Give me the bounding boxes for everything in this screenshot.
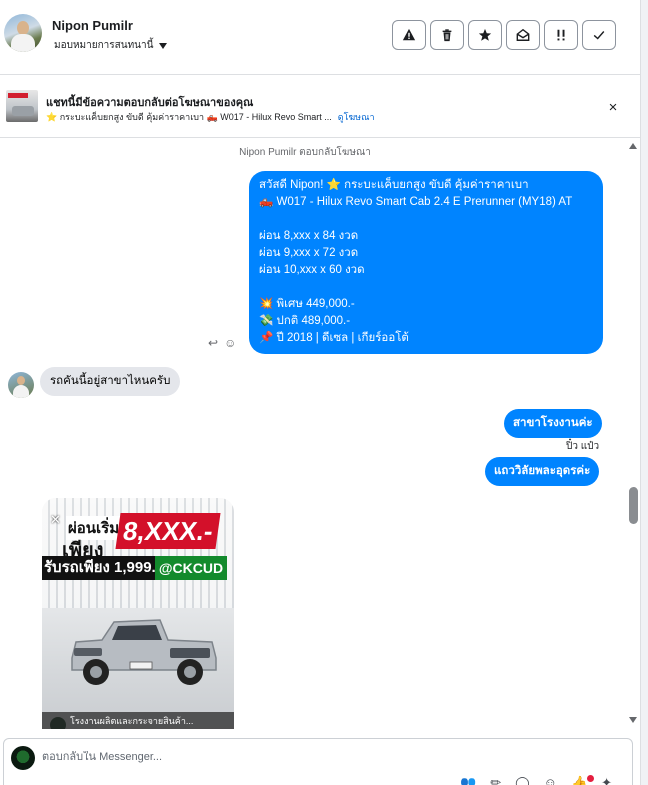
alert-triangle-icon bbox=[402, 28, 416, 41]
close-icon[interactable]: ✕ bbox=[50, 512, 61, 528]
close-icon[interactable]: × bbox=[603, 97, 623, 117]
message-line: สวัสดี Nipon! ⭐ กระบะแค็บยกสูง ขับดี คุ้… bbox=[259, 179, 529, 191]
ad-banner-description: ⭐ กระบะแค็บยกสูง ขับดี คุ้มค่าราคาเบา 🛻 … bbox=[46, 112, 332, 122]
check-icon bbox=[593, 31, 605, 40]
star-button[interactable] bbox=[468, 20, 502, 50]
ad-banner-subtitle: ⭐ กระบะแค็บยกสูง ขับดี คุ้มค่าราคาเบา 🛻 … bbox=[46, 110, 375, 124]
system-note: Nipon Pumilr ตอบกลับโฆษณา bbox=[239, 147, 371, 158]
avatar-face bbox=[17, 21, 29, 35]
message-line: 🛻 W017 - Hilux Revo Smart Cab 2.4 E Prer… bbox=[259, 196, 573, 208]
view-ad-link[interactable]: ดูโฆษณา bbox=[338, 112, 375, 122]
scroll-up-icon[interactable] bbox=[629, 143, 637, 149]
message-line: 💸 ปกติ 489,000.- bbox=[259, 315, 351, 327]
user-name[interactable]: Nipon Pumilr bbox=[52, 18, 133, 33]
edit-icon[interactable]: ✏ bbox=[490, 775, 501, 785]
chevron-down-icon bbox=[159, 42, 168, 49]
user-avatar[interactable] bbox=[4, 14, 42, 52]
message-line: 💥 พิเศษ 449,000.- bbox=[259, 298, 355, 310]
thumbnail-price-tag bbox=[8, 93, 28, 98]
page-avatar bbox=[11, 746, 35, 770]
pickup-truck-image bbox=[71, 619, 217, 685]
outgoing-message[interactable]: สาขาโรงงานค่ะ bbox=[504, 409, 602, 438]
outgoing-message[interactable]: แถววิลัยพละอุดรค่ะ bbox=[485, 457, 600, 486]
mark-done-button[interactable] bbox=[582, 20, 616, 50]
mark-unread-icon bbox=[516, 28, 530, 41]
trash-icon bbox=[442, 29, 452, 42]
follow-up-icon bbox=[557, 29, 565, 41]
incoming-message[interactable]: รถคันนี้อยู่สาขาไหนครับ bbox=[40, 367, 181, 396]
outgoing-ad-message[interactable]: สวัสดี Nipon! ⭐ กระบะแค็บยกสูง ขับดี คุ้… bbox=[249, 171, 603, 354]
sender-tag: ปิ๋ว แป๋ว bbox=[566, 441, 600, 452]
message-thread[interactable]: Nipon Pumilr ตอบกลับโฆษณา สวัสดี Nipon! … bbox=[0, 139, 628, 729]
follow-up-button[interactable] bbox=[544, 20, 578, 50]
message-composer: 👥 ✏ ◯ ☺ 👍 ✦ bbox=[3, 738, 633, 785]
promo-down-payment: รับรถเพียง 1,999.- bbox=[42, 556, 162, 580]
circle-icon[interactable]: ◯ bbox=[515, 775, 530, 785]
react-icon[interactable]: ☺ bbox=[224, 336, 236, 350]
customer-avatar[interactable] bbox=[8, 372, 34, 398]
notification-dot bbox=[587, 775, 594, 782]
right-rail bbox=[640, 0, 648, 785]
message-line: ผ่อน 9,xxx x 72 งวด bbox=[259, 247, 359, 259]
message-line: 📌 ปี 2018 | ดีเซล | เกียร์ออโต้ bbox=[259, 332, 409, 344]
message-line: ผ่อน 10,xxx x 60 งวด bbox=[259, 264, 365, 276]
avatar-body bbox=[13, 385, 29, 398]
thumbnail-truck bbox=[12, 106, 34, 116]
promo-code: @CKCUD bbox=[155, 556, 227, 580]
image-attachment[interactable]: ผ่อนเริ่มต้น 8,XXX.- เพียง รับรถเพียง 1,… bbox=[42, 498, 234, 729]
promo-price: 8,XXX.- bbox=[115, 513, 221, 549]
assign-conversation-dropdown[interactable]: มอบหมายการสนทนานี้ bbox=[54, 38, 168, 53]
like-icon[interactable]: 👍 bbox=[571, 775, 587, 785]
sparkle-icon[interactable]: ✦ bbox=[601, 775, 612, 785]
message-actions: ↩ ☺ bbox=[208, 336, 236, 350]
reply-input[interactable] bbox=[42, 751, 602, 763]
ad-banner-title: แชทนี้มีข้อความตอบกลับต่อโฆษณาของคุณ bbox=[46, 97, 254, 109]
mark-unread-button[interactable] bbox=[506, 20, 540, 50]
avatar-face bbox=[17, 376, 25, 385]
assign-label: มอบหมายการสนทนานี้ bbox=[54, 40, 154, 51]
delete-button[interactable] bbox=[430, 20, 464, 50]
mark-spam-button[interactable] bbox=[392, 20, 426, 50]
add-people-icon[interactable]: 👥 bbox=[460, 775, 476, 785]
message-line: ผ่อน 8,xxx x 84 งวด bbox=[259, 230, 359, 242]
image-caption: โรงงานผลิตและกระจายสินค้า... bbox=[42, 712, 234, 729]
star-icon bbox=[478, 28, 492, 41]
avatar-body bbox=[11, 34, 35, 52]
emoji-icon[interactable]: ☺ bbox=[544, 775, 557, 785]
reply-icon[interactable]: ↩ bbox=[208, 336, 218, 350]
conversation-toolbar bbox=[392, 20, 616, 50]
ad-thumbnail[interactable] bbox=[6, 90, 38, 122]
conversation-header: Nipon Pumilr มอบหมายการสนทนานี้ bbox=[0, 0, 640, 75]
scrollbar-thumb[interactable] bbox=[629, 487, 638, 524]
scroll-down-icon[interactable] bbox=[629, 717, 637, 723]
ad-reply-banner: แชทนี้มีข้อความตอบกลับต่อโฆษณาของคุณ ⭐ ก… bbox=[0, 76, 640, 138]
